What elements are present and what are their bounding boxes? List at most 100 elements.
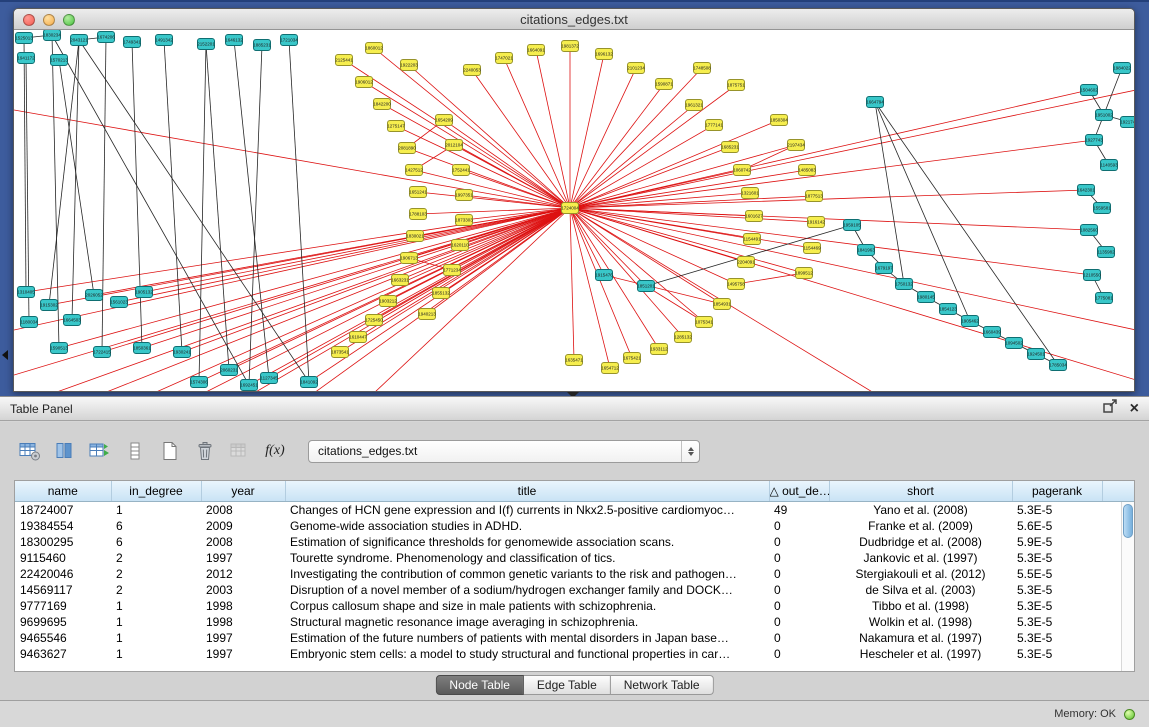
graph-node[interactable]: 1154469	[803, 243, 821, 254]
zoom-window-icon[interactable]	[63, 14, 75, 26]
graph-node[interactable]: 1855132	[432, 288, 450, 299]
table-row[interactable]: 2242004622012Investigating the contribut…	[15, 566, 1135, 582]
graph-node[interactable]: 1927743	[1085, 135, 1103, 146]
graph-node[interactable]: 1749341	[123, 37, 141, 48]
graph-node[interactable]: 1997351	[455, 190, 473, 201]
graph-node[interactable]: 1664091	[527, 45, 545, 56]
graph-node[interactable]: 1981372	[561, 41, 579, 52]
graph-node[interactable]: 1285132	[674, 332, 692, 343]
graph-node[interactable]: 1620110	[451, 240, 469, 251]
graph-node[interactable]: 1830234	[43, 30, 61, 41]
new-file-button[interactable]	[156, 438, 184, 465]
graph-node[interactable]: 1674206	[97, 32, 115, 43]
graph-node[interactable]: 1922203	[400, 60, 418, 71]
graph-node[interactable]: 1724004	[561, 203, 579, 214]
graph-node[interactable]: 1646132	[225, 35, 243, 46]
graph-node[interactable]: 1899512	[795, 268, 813, 279]
graph-node[interactable]: 1930241	[173, 347, 191, 358]
graph-node[interactable]: 1851201	[637, 281, 655, 292]
graph-node[interactable]: 1940213	[418, 309, 436, 320]
graph-node[interactable]: 1854123	[939, 304, 957, 315]
graph-node[interactable]: 1642301	[1077, 185, 1095, 196]
graph-node[interactable]: 1959105	[843, 220, 861, 231]
column-header-out_degree[interactable]: △ out_de…	[769, 481, 829, 501]
graph-node[interactable]: 1679197	[875, 263, 893, 274]
graph-node[interactable]: 1135982	[1097, 247, 1115, 258]
column-header-short[interactable]: short	[829, 481, 1012, 501]
graph-node[interactable]: 1651241	[409, 187, 427, 198]
graph-node[interactable]: 1060742	[733, 165, 751, 176]
splitter-collapse-icon[interactable]	[2, 350, 8, 360]
graph-node[interactable]: 1154491	[743, 234, 761, 245]
close-panel-icon[interactable]: ×	[1130, 402, 1139, 416]
graph-node[interactable]: 1873303	[455, 215, 473, 226]
minimize-window-icon[interactable]	[43, 14, 55, 26]
graph-node[interactable]: 1601627	[745, 211, 763, 222]
table-row[interactable]: 946554611997Estimation of the future num…	[15, 630, 1135, 646]
graph-node[interactable]: 1692451	[240, 380, 258, 391]
graph-node[interactable]: 2026052	[85, 290, 103, 301]
graph-node[interactable]: 1082560	[1080, 225, 1098, 236]
table-row[interactable]: 977716911998Corpus callosum shape and si…	[15, 598, 1135, 614]
graph-node[interactable]: 1906713	[400, 253, 418, 264]
table-row[interactable]: 1872400712008Changes of HCN gene express…	[15, 501, 1135, 518]
graph-node[interactable]: 1860012	[365, 43, 383, 54]
graph-node[interactable]: 1725450	[365, 315, 383, 326]
graph-node[interactable]: 1310405	[17, 287, 35, 298]
graph-node[interactable]: 1504602	[1080, 85, 1098, 96]
graph-node[interactable]: 1788103	[409, 209, 427, 220]
graph-node[interactable]: 1841963	[857, 245, 875, 256]
graph-node[interactable]: 1321601	[741, 188, 759, 199]
graph-node[interactable]: 1873541	[331, 347, 349, 358]
table-row[interactable]: 1456911722003Disruption of a novel membe…	[15, 582, 1135, 598]
graph-node[interactable]: 1210550	[1083, 270, 1101, 281]
graph-node[interactable]: 1906012	[355, 77, 373, 88]
graph-node[interactable]: 1664503	[63, 315, 81, 326]
graph-node[interactable]: 1664794	[866, 97, 884, 108]
graph-node[interactable]: 1842200	[373, 99, 391, 110]
graph-node[interactable]: 1830021	[406, 231, 424, 242]
column-header-name[interactable]: name	[15, 481, 111, 501]
float-panel-icon[interactable]	[1103, 399, 1118, 418]
graph-node[interactable]: 1915476	[595, 270, 613, 281]
table-scrollbar-thumb[interactable]	[1123, 504, 1133, 538]
graph-node[interactable]: 1635471	[565, 355, 583, 366]
network-window-titlebar[interactable]: citations_edges.txt	[14, 9, 1134, 30]
graph-node[interactable]: 1094502	[1005, 338, 1023, 349]
import-table-button[interactable]	[226, 438, 254, 465]
graph-node[interactable]: 2081890	[398, 143, 416, 154]
graph-node[interactable]: 1675421	[623, 353, 641, 364]
graph-node[interactable]: 1961321	[685, 100, 703, 111]
column-header-title[interactable]: title	[285, 481, 769, 501]
graph-node[interactable]: 1685231	[721, 142, 739, 153]
graph-node[interactable]: 1921743	[1120, 117, 1134, 128]
graph-node[interactable]: 1722415	[93, 347, 111, 358]
graph-node[interactable]: 1850304	[770, 115, 788, 126]
graph-node[interactable]: 2240053	[463, 65, 481, 76]
graph-node[interactable]: 1980145	[917, 292, 935, 303]
graph-node[interactable]: 1984022	[1113, 63, 1131, 74]
column-header-year[interactable]: year	[201, 481, 285, 501]
graph-node[interactable]: 1854931	[713, 299, 731, 310]
graph-node[interactable]: 1750132	[895, 279, 913, 290]
graph-node[interactable]: 1427512	[405, 165, 423, 176]
graph-node[interactable]: 1180034	[20, 317, 38, 328]
table-row[interactable]: 1938455462009Genome-wide association stu…	[15, 518, 1135, 534]
graph-node[interactable]: 1275147	[387, 121, 405, 132]
column-header-in_degree[interactable]: in_degree	[111, 481, 201, 501]
graph-node[interactable]: 1574306	[190, 377, 208, 388]
graph-node[interactable]: 1752441	[452, 165, 470, 176]
graph-node[interactable]: 2043121	[70, 35, 88, 46]
table-scrollbar[interactable]	[1121, 502, 1134, 671]
graph-node[interactable]: 1127345	[260, 373, 278, 384]
graph-node[interactable]: 1590513	[50, 343, 68, 354]
tab-node-table[interactable]: Node Table	[435, 675, 524, 695]
graph-node[interactable]: 1140593	[1100, 160, 1118, 171]
graph-node[interactable]: 1696132	[595, 49, 613, 60]
graph-node[interactable]: 1525013	[15, 33, 33, 44]
graph-node[interactable]: 1610447	[349, 332, 367, 343]
graph-node[interactable]: 1903212	[379, 296, 397, 307]
column-visibility-button[interactable]	[51, 438, 79, 465]
network-canvas[interactable]: 1724004212544119060121842200127514720818…	[14, 30, 1134, 391]
table-row[interactable]: 969969511998Structural magnetic resonanc…	[15, 614, 1135, 630]
